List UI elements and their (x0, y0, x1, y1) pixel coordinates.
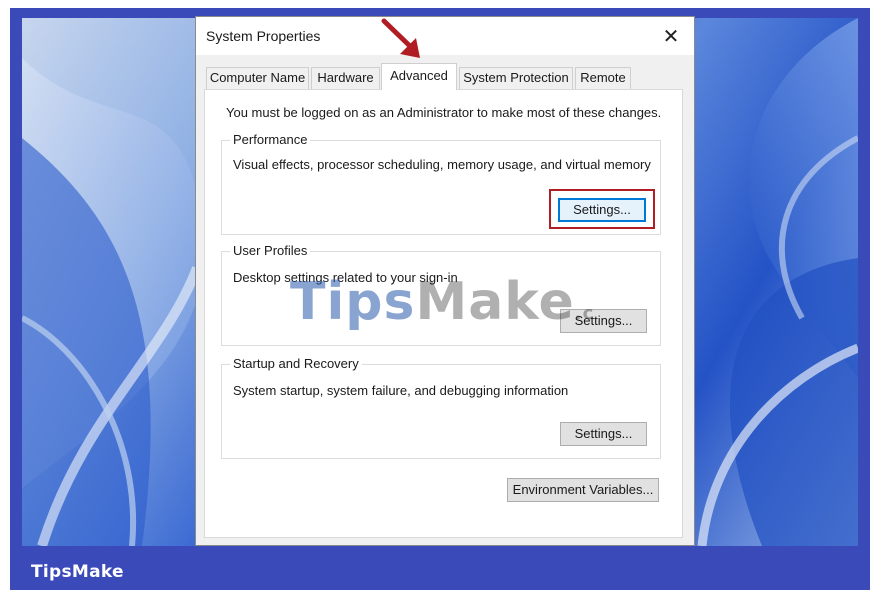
startup-recovery-description: System startup, system failure, and debu… (233, 383, 569, 398)
screenshot-frame: System Properties ✕ Computer Name Hardwa… (0, 0, 870, 590)
tab-label: Advanced (390, 68, 448, 83)
dialog-titlebar: System Properties ✕ (196, 17, 694, 55)
tab-label: Hardware (317, 70, 374, 85)
tab-label: System Protection (463, 70, 569, 85)
tab-label: Computer Name (209, 70, 306, 85)
performance-description: Visual effects, processor scheduling, me… (233, 157, 651, 172)
tab-remote[interactable]: Remote (575, 67, 631, 89)
user-profiles-description: Desktop settings related to your sign-in (233, 270, 458, 285)
tab-system-protection[interactable]: System Protection (459, 67, 573, 89)
user-profiles-settings-button[interactable]: Settings... (560, 309, 647, 333)
user-profiles-title: User Profiles (230, 243, 311, 258)
admin-note: You must be logged on as an Administrato… (226, 105, 662, 120)
tab-computer-name[interactable]: Computer Name (206, 67, 309, 89)
tab-advanced[interactable]: Advanced (381, 63, 457, 90)
footer-brand: TipsMake (31, 562, 124, 582)
close-icon[interactable]: ✕ (658, 23, 684, 49)
startup-recovery-title: Startup and Recovery (230, 356, 362, 371)
startup-recovery-settings-button[interactable]: Settings... (560, 422, 647, 446)
environment-variables-button[interactable]: Environment Variables... (507, 478, 659, 502)
performance-title: Performance (230, 132, 311, 147)
tab-label: Remote (580, 70, 626, 85)
pointer-arrow-icon (381, 18, 420, 58)
highlight-box (549, 189, 655, 229)
tab-hardware[interactable]: Hardware (311, 67, 380, 89)
dialog-title: System Properties (206, 28, 321, 44)
